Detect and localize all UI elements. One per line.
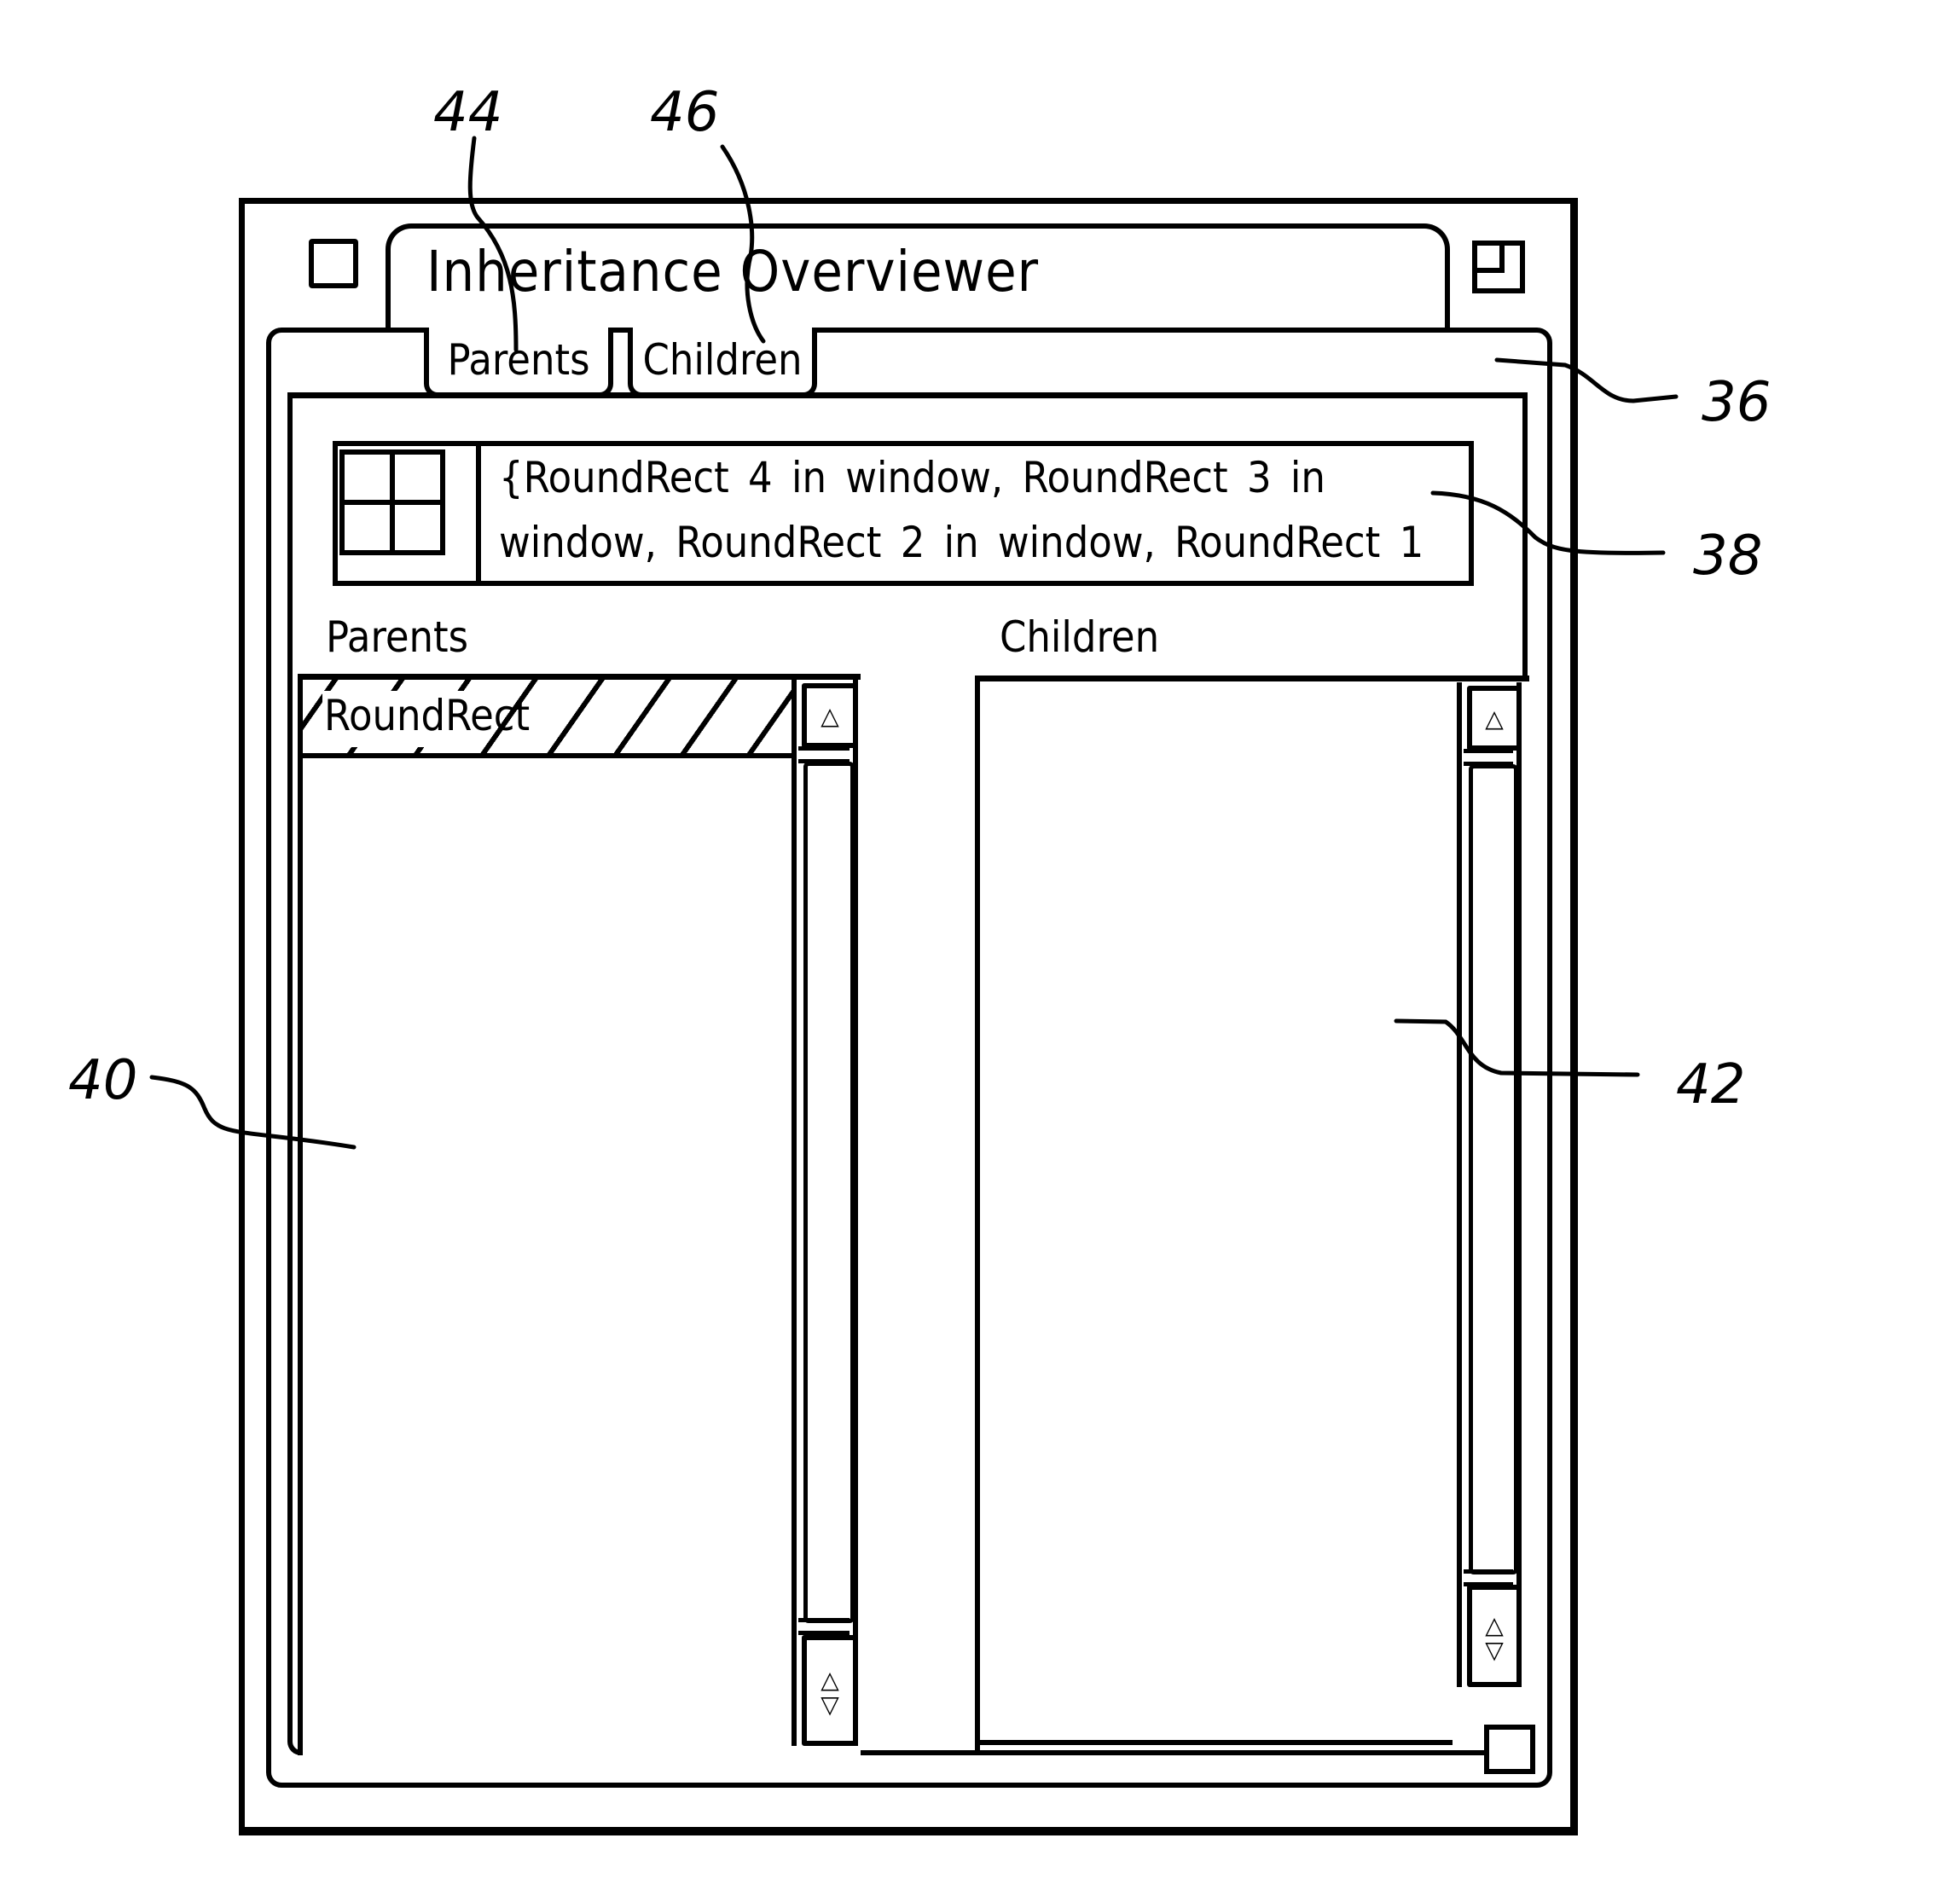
children-scrollbar[interactable]: △ △▽ [1457,682,1522,1687]
ref-numeral-46: 46 [650,81,720,144]
zoom-box-icon[interactable] [1472,241,1525,293]
scroll-track-cap [798,1618,850,1635]
ref-numeral-44: 44 [433,81,503,144]
window-title: Inheritance Overviewer [426,239,1040,304]
up-down-arrow-icon: △▽ [1480,1611,1509,1661]
up-arrow-icon: △ [1485,704,1504,733]
children-list-bottom-edge [975,1740,1453,1745]
tab-children[interactable]: Children [628,328,817,397]
ref-numeral-36: 36 [1702,371,1772,434]
scroll-track[interactable] [1469,764,1518,1574]
grid-cell [339,500,395,555]
children-list-label: Children [1000,612,1160,662]
scroll-track-cap [1464,749,1513,766]
grid-cell [390,449,445,505]
children-list[interactable] [975,676,1529,1750]
scroll-up-button[interactable]: △ [1467,686,1522,751]
up-arrow-icon: △ [821,701,839,730]
scroll-updown-button[interactable]: △▽ [1467,1585,1522,1687]
grid-cell [390,500,445,555]
list-item-label: RoundRect [324,691,531,740]
summary-line-1: {RoundRect 4 in window, RoundRect 3 in [499,453,1325,502]
ref-numeral-42: 42 [1676,1053,1746,1116]
scroll-track[interactable] [803,762,855,1623]
parents-list[interactable] [298,674,861,1755]
ref-numeral-40: 40 [68,1049,138,1112]
zoom-box-inner [1477,246,1505,273]
ref-numeral-38: 38 [1693,525,1763,588]
summary-divider [476,441,481,586]
selection-summary-text: {RoundRect 4 in window, RoundRect 3 in w… [499,445,1454,575]
tab-parents[interactable]: Parents [424,328,613,397]
up-down-arrow-icon: △▽ [815,1666,844,1715]
scroll-up-button[interactable]: △ [802,683,858,748]
scroll-track-cap [798,746,850,763]
parents-scrollbar[interactable]: △ △▽ [792,680,858,1746]
summary-line-2: window, RoundRect 2 in window, RoundRect… [499,518,1424,567]
tab-children-label: Children [642,335,803,385]
scroll-track-cap [1464,1569,1513,1586]
grid-cell [339,449,395,505]
tab-parents-label: Parents [447,335,590,385]
grow-box-icon[interactable] [1484,1725,1535,1774]
close-box-icon[interactable] [309,239,358,288]
scroll-updown-button[interactable]: △▽ [802,1635,858,1746]
parents-list-label: Parents [326,612,469,662]
grid-icon [339,449,467,577]
